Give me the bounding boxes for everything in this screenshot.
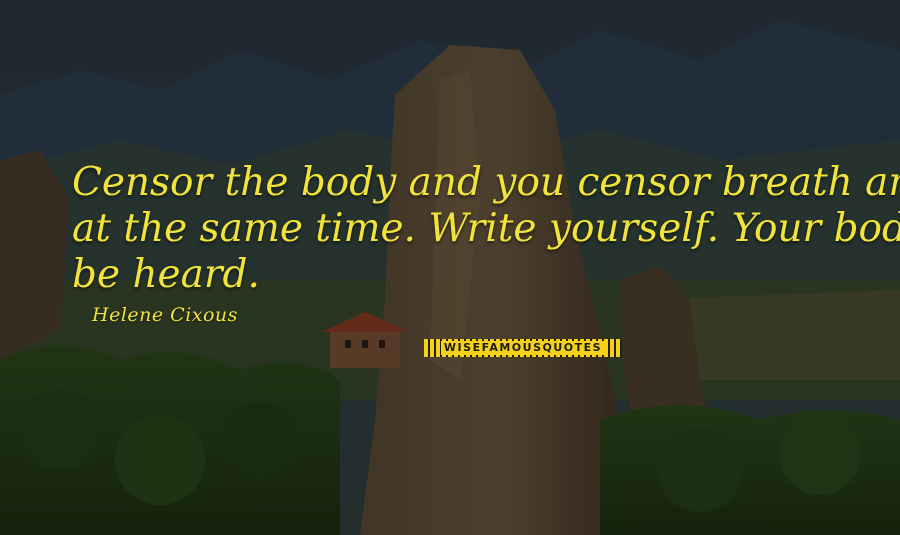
watermark-text: WISEFAMOUSQUOTES xyxy=(440,341,606,355)
quote-line-1: Censor the body and you censor breath an… xyxy=(72,160,900,205)
quote-line-2: at the same time. Write yourself. Your b… xyxy=(72,206,900,251)
quote-line-3: be heard. xyxy=(72,252,260,297)
quote-author: Helene Cixous xyxy=(92,304,238,326)
quote-card: Censor the body and you censor breath an… xyxy=(0,0,900,535)
watermark-logo: WISEFAMOUSQUOTES xyxy=(424,339,622,357)
quote-text: Censor the body and you censor breath an… xyxy=(72,160,900,298)
